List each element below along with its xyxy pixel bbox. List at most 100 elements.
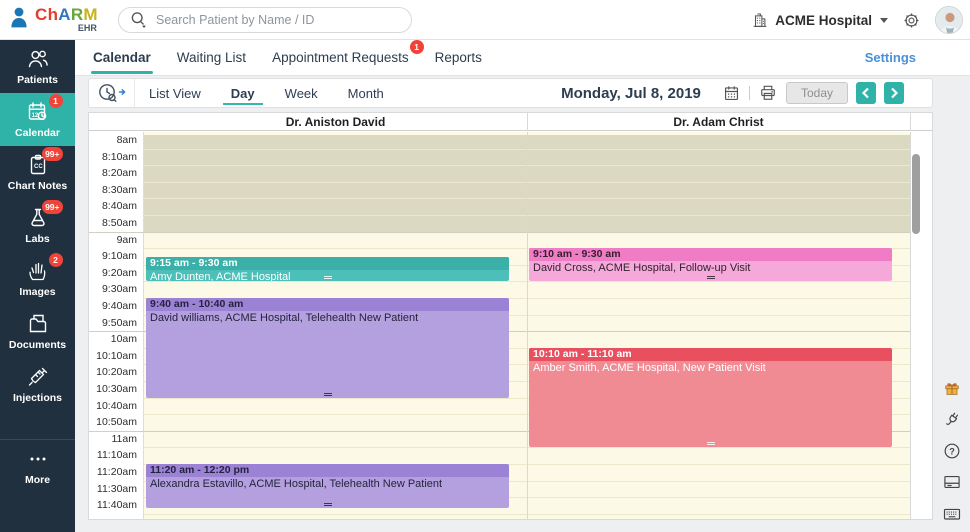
org-selector[interactable]: ACME Hospital — [751, 11, 888, 29]
tab-calendar[interactable]: Calendar — [93, 50, 151, 65]
calendar-grid[interactable]: 8am8:10am8:20am8:30am8:40am8:50am9am9:10… — [89, 132, 932, 519]
event-resize-handle[interactable] — [324, 276, 332, 279]
tab-bar: Calendar Waiting List Appointment Reques… — [75, 40, 970, 76]
appointment-event[interactable]: 9:40 am - 10:40 amDavid williams, ACME H… — [146, 298, 509, 398]
appointment-event[interactable]: 11:20 am - 12:20 pmAlexandra Estavillo, … — [146, 464, 509, 508]
event-title: David williams, ACME Hospital, Telehealt… — [146, 311, 509, 324]
svg-text:?: ? — [949, 446, 955, 456]
sidebar-item-label: Images — [19, 286, 55, 298]
sidebar-item-images[interactable]: 2 Images — [0, 252, 75, 305]
time-label: 8am — [89, 132, 137, 149]
tab-reports[interactable]: Reports — [435, 50, 482, 65]
settings-link[interactable]: Settings — [865, 50, 916, 65]
tab-label: Appointment Requests — [272, 50, 409, 65]
more-icon — [26, 447, 50, 471]
sidebar-item-label: Injections — [13, 392, 62, 404]
prev-day-button[interactable] — [856, 82, 876, 104]
column-divider — [527, 132, 528, 519]
documents-icon — [26, 312, 50, 336]
time-label: 9:40am — [89, 298, 137, 315]
event-resize-handle[interactable] — [324, 503, 332, 506]
sidebar-item-label: Documents — [9, 339, 66, 351]
panel-icon[interactable] — [942, 472, 962, 492]
event-resize-handle[interactable] — [324, 393, 332, 396]
schedule-search-icon — [96, 81, 128, 105]
sidebar-item-patients[interactable]: Patients — [0, 40, 75, 93]
appointment-event[interactable]: 9:10 am - 9:30 amDavid Cross, ACME Hospi… — [529, 248, 892, 281]
event-title: Amber Smith, ACME Hospital, New Patient … — [529, 361, 892, 374]
tab-appointment-requests[interactable]: Appointment Requests1 — [272, 50, 409, 65]
notification-badge: 1 — [49, 94, 63, 108]
toolbar-separator — [749, 86, 750, 100]
search-icon — [129, 10, 149, 30]
brand-name: ChARM — [35, 6, 98, 23]
help-icon[interactable]: ? — [942, 441, 962, 461]
sidebar-item-label: Chart Notes — [8, 180, 68, 192]
sidebar-item-injections[interactable]: Injections — [0, 358, 75, 411]
event-title: Alexandra Estavillo, ACME Hospital, Tele… — [146, 477, 509, 490]
gift-icon[interactable] — [942, 378, 962, 398]
sidebar-item-calendar[interactable]: 12 1 Calendar — [0, 93, 75, 146]
gear-icon[interactable] — [902, 11, 921, 30]
appointment-event[interactable]: 9:15 am - 9:30 amAmy Dunten, ACME Hospit… — [146, 257, 509, 282]
schedule-search-button[interactable] — [89, 79, 135, 107]
today-button[interactable]: Today — [786, 82, 848, 104]
time-label: 9:30am — [89, 281, 137, 298]
keyboard-icon[interactable] — [942, 504, 962, 524]
sidebar-item-documents[interactable]: Documents — [0, 305, 75, 358]
chart-notes-icon: CC 99+ — [26, 153, 50, 177]
notification-badge: 2 — [49, 253, 63, 267]
time-label: 10:50am — [89, 414, 137, 431]
app-logo: ChARM EHR — [6, 4, 98, 34]
event-time-range: 9:40 am - 10:40 am — [146, 298, 509, 311]
time-label: 10:40am — [89, 398, 137, 415]
mini-calendar-icon[interactable] — [722, 84, 741, 103]
event-time-range: 10:10 am - 11:10 am — [529, 348, 892, 361]
view-day[interactable]: Day — [231, 79, 255, 107]
time-label: 10:20am — [89, 364, 137, 381]
calendar-header-row: Dr. Aniston David Dr. Adam Christ — [89, 113, 932, 131]
event-time-range: 9:15 am - 9:30 am — [146, 257, 509, 270]
event-time-range: 9:10 am - 9:30 am — [529, 248, 892, 261]
sidebar-item-chart-notes[interactable]: CC 99+ Chart Notes — [0, 146, 75, 199]
next-day-button[interactable] — [884, 82, 904, 104]
current-date-label: Monday, Jul 8, 2019 — [561, 85, 701, 102]
doctor-column-header: Dr. Adam Christ — [527, 113, 910, 131]
search-input[interactable] — [156, 13, 401, 27]
tab-label: Calendar — [93, 50, 151, 65]
avatar-photo — [936, 7, 963, 34]
sidebar-item-labs[interactable]: 99+ Labs — [0, 199, 75, 252]
view-month[interactable]: Month — [348, 79, 384, 107]
time-label: 11:10am — [89, 447, 137, 464]
view-list[interactable]: List View — [149, 79, 201, 107]
hospital-building-icon — [751, 11, 769, 29]
calendar-icon: 12 1 — [26, 100, 50, 124]
top-bar: ChARM EHR ACME Hospital — [0, 0, 970, 40]
user-avatar[interactable] — [935, 6, 963, 34]
time-label: 11:40am — [89, 497, 137, 514]
chevron-down-icon — [880, 18, 888, 23]
view-week[interactable]: Week — [285, 79, 318, 107]
time-label: 11:20am — [89, 464, 137, 481]
time-label: 9:20am — [89, 265, 137, 282]
calendar-toolbar: List View Day Week Month Monday, Jul 8, … — [88, 78, 933, 108]
sidebar-item-more[interactable]: More — [0, 442, 75, 490]
time-label: 8:50am — [89, 215, 137, 232]
plug-icon[interactable] — [942, 410, 962, 430]
tab-badge: 1 — [410, 40, 424, 54]
print-icon[interactable] — [758, 83, 778, 103]
org-name: ACME Hospital — [775, 13, 872, 28]
column-divider — [527, 113, 528, 131]
scrollbar-thumb[interactable] — [912, 154, 920, 234]
tab-waiting-list[interactable]: Waiting List — [177, 50, 246, 65]
time-label: 8:10am — [89, 149, 137, 166]
event-resize-handle[interactable] — [707, 276, 715, 279]
sidebar-item-label: Labs — [25, 233, 50, 245]
labs-icon: 99+ — [26, 206, 50, 230]
injections-icon — [26, 365, 50, 389]
patient-search[interactable] — [118, 7, 412, 33]
event-resize-handle[interactable] — [707, 442, 715, 445]
doctor-column-header: Dr. Aniston David — [144, 113, 527, 131]
tab-label: Waiting List — [177, 50, 246, 65]
appointment-event[interactable]: 10:10 am - 11:10 amAmber Smith, ACME Hos… — [529, 348, 892, 448]
